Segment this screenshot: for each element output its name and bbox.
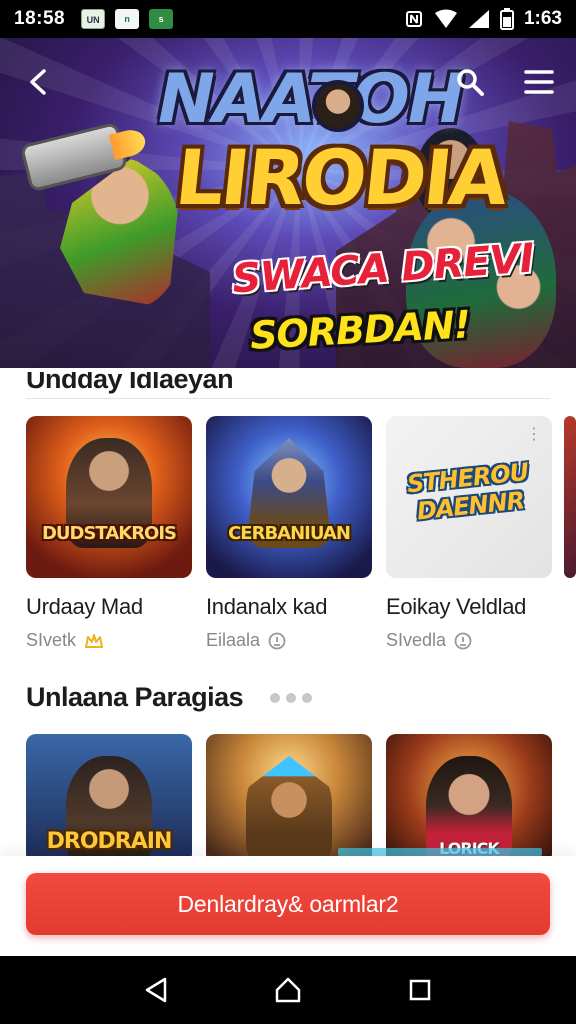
game-thumbnail-title: CERBANIUAN <box>228 523 351 544</box>
home-icon <box>275 977 301 1003</box>
status-clock: 1:63 <box>523 8 562 29</box>
game-card[interactable]: DRODRAIN <box>26 734 192 864</box>
primary-action-button[interactable]: Denlardray& oarmlar2 <box>26 873 550 935</box>
game-thumbnail[interactable] <box>206 734 372 864</box>
nav-home-button[interactable] <box>264 966 312 1014</box>
game-name: Indanalx kad <box>206 594 328 619</box>
more-options-icon[interactable] <box>270 686 312 710</box>
game-card[interactable] <box>206 734 372 864</box>
section-divider <box>26 398 550 399</box>
game-thumbnail[interactable]: DRODRAIN <box>26 734 192 864</box>
arrow-left-icon <box>30 69 46 95</box>
hero-logo-face <box>312 80 364 132</box>
crown-icon <box>85 633 104 648</box>
game-meta: SIvetk <box>26 630 104 651</box>
square-recents-icon <box>409 979 431 1001</box>
game-card[interactable]: ⋮ STHEROU DAENNR Eoikay Veldlad SIvedla <box>386 416 552 650</box>
back-button[interactable] <box>20 62 60 102</box>
hamburger-icon <box>524 70 554 94</box>
nfc-icon <box>405 11 422 27</box>
wifi-icon <box>434 9 457 28</box>
triangle-back-icon <box>145 977 167 1003</box>
menu-button[interactable] <box>518 62 560 102</box>
section-title: Unlaana Paragias <box>26 682 244 712</box>
game-thumbnail[interactable]: LORICK <box>386 734 552 864</box>
nav-back-button[interactable] <box>132 966 180 1014</box>
game-card[interactable]: DUDSTAKROIS Urdaay Mad SIvetk <box>26 416 192 650</box>
game-card[interactable]: LORICK <box>386 734 552 864</box>
game-meta: SIvedla <box>386 630 472 651</box>
game-thumbnail-title: DUDSTAKROIS <box>41 523 177 544</box>
game-meta-text: SIvedla <box>386 630 447 650</box>
notification-icon: UN <box>81 9 106 29</box>
hero-logo-top: NAATOH <box>158 60 465 139</box>
game-thumbnail[interactable]: CERBANIUAN <box>206 416 372 578</box>
search-button[interactable] <box>450 62 490 102</box>
info-icon <box>268 632 286 649</box>
game-name: Urdaay Mad <box>26 594 143 619</box>
status-time: 18:58 <box>14 8 66 29</box>
more-vertical-icon[interactable]: ⋮ <box>526 424 542 444</box>
search-icon <box>457 69 484 96</box>
game-meta-text: Eilaala <box>206 630 261 650</box>
game-character-art <box>246 756 332 864</box>
hero-logo-main: LIRODIA <box>171 133 510 222</box>
status-bar: 18:58 UN n s 1:63 <box>0 0 576 38</box>
info-icon <box>454 632 472 649</box>
game-thumbnail[interactable] <box>564 416 576 578</box>
progress-strip <box>338 848 542 856</box>
game-thumbnail-title: DRODRAIN <box>46 829 173 854</box>
game-card[interactable]: CERBANIUAN Indanalx kad Eilaala <box>206 416 372 650</box>
game-name: Eoikay Veldlad <box>386 594 527 619</box>
system-nav-bar <box>0 956 576 1024</box>
game-card-partial[interactable]: E S <box>564 416 576 578</box>
game-meta-text: SIvetk <box>26 630 77 650</box>
status-right: 1:63 <box>404 8 562 30</box>
battery-icon <box>499 8 514 30</box>
section-title: Undday Idlaeyan <box>26 364 234 394</box>
hero-banner[interactable]: NAATOH LIRODIA SWACA DREVI SORBDAN! <box>0 38 576 368</box>
game-thumbnail[interactable]: DUDSTAKROIS <box>26 416 192 578</box>
nav-recents-button[interactable] <box>396 966 444 1014</box>
notification-icon: s <box>149 9 174 29</box>
notification-icons: UN n s <box>81 9 174 29</box>
game-meta: Eilaala <box>206 630 286 651</box>
game-thumbnail[interactable]: ⋮ STHEROU DAENNR <box>386 416 552 578</box>
game-thumbnail-title: STHEROU DAENNR <box>405 457 530 526</box>
notification-icon: n <box>115 9 140 29</box>
signal-icon <box>468 10 489 28</box>
